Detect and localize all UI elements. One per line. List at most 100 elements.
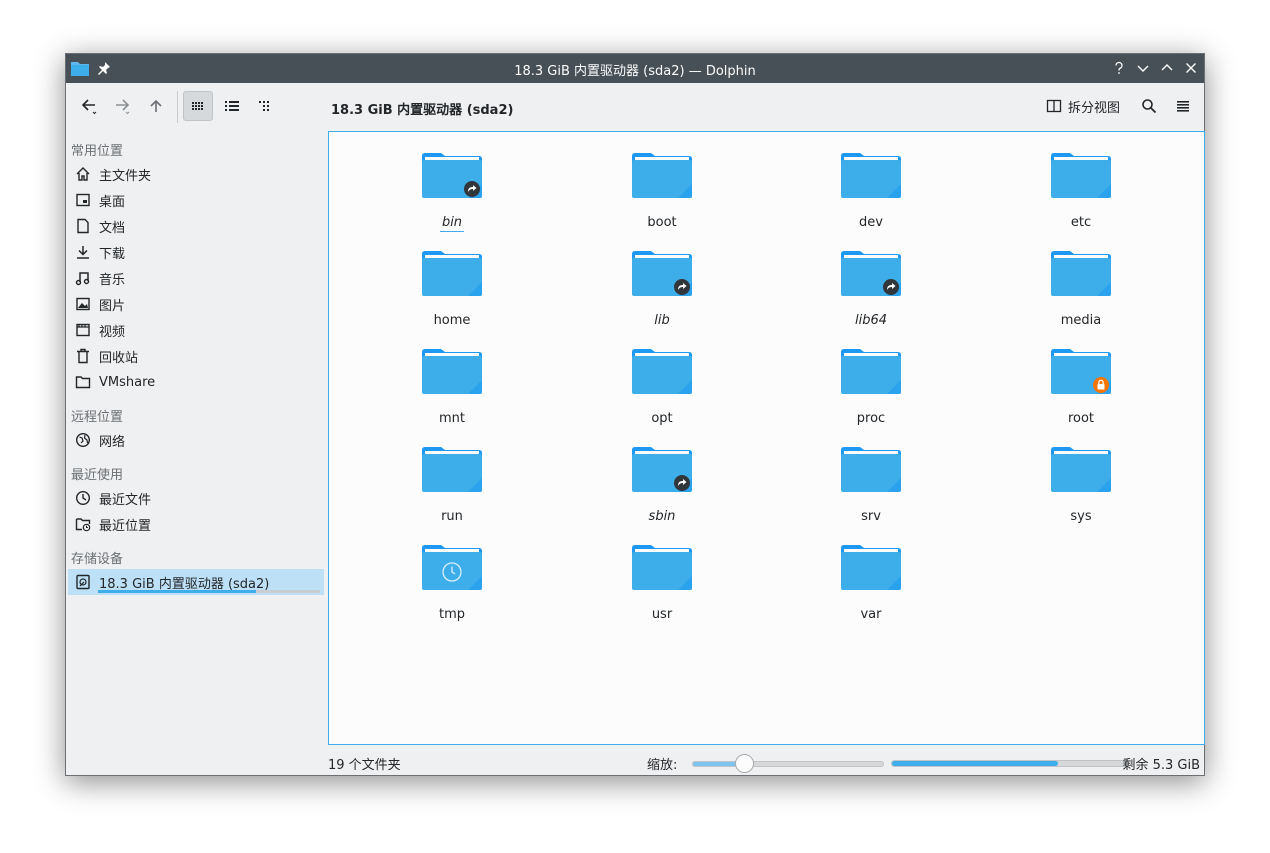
place-label: 下载 — [99, 246, 126, 262]
place-drive-sda2[interactable]: 18.3 GiB 内置驱动器 (sda2) — [68, 569, 324, 595]
grid-view-icon — [192, 102, 203, 110]
status-bar: 19 个文件夹 缩放: 剩余 5.3 GiB — [66, 748, 1204, 776]
folder-item-bin[interactable]: bin — [387, 132, 517, 232]
folder-name: proc — [856, 411, 886, 426]
music-icon — [75, 272, 90, 286]
place-desktop[interactable]: 桌面 — [68, 188, 324, 212]
up-button[interactable] — [141, 91, 171, 121]
folder-icon — [75, 376, 91, 389]
folder-item-var[interactable]: var — [806, 524, 936, 622]
arrow-left-icon — [81, 99, 97, 115]
symlink-emblem-icon — [883, 279, 899, 295]
folder-item-run[interactable]: run — [387, 426, 517, 524]
folder-item-tmp[interactable]: tmp — [387, 524, 517, 622]
section-title-remote: 远程位置 — [71, 410, 124, 425]
folder-name: root — [1067, 411, 1095, 426]
folder-name: srv — [861, 509, 881, 524]
place-label: 最近位置 — [99, 518, 152, 534]
folder-icon — [840, 347, 902, 395]
folder-item-sbin[interactable]: sbin — [597, 426, 727, 524]
home-icon — [76, 167, 90, 181]
folder-item-mnt[interactable]: mnt — [387, 328, 517, 426]
folder-icon — [1050, 347, 1112, 395]
place-home[interactable]: 主文件夹 — [68, 162, 324, 186]
folder-icon — [631, 249, 693, 297]
free-space-bar-fill — [892, 761, 1059, 766]
forward-button[interactable] — [107, 91, 137, 121]
window-title: 18.3 GiB 内置驱动器 (sda2) — Dolphin — [514, 64, 756, 79]
split-view-button[interactable]: 拆分视图 — [1046, 93, 1120, 119]
file-view[interactable]: bin boot dev etc home lib lib64 media mnt opt proc… — [328, 131, 1205, 745]
place-label: 音乐 — [99, 272, 126, 288]
folder-item-opt[interactable]: opt — [597, 328, 727, 426]
recent-locations-icon — [75, 518, 91, 532]
place-label: 图片 — [99, 298, 126, 314]
folder-icon — [631, 347, 693, 395]
search-button[interactable] — [1134, 91, 1164, 121]
folder-icon — [840, 445, 902, 493]
close-icon[interactable] — [1183, 60, 1199, 76]
place-label: 最近文件 — [99, 492, 152, 508]
folder-name: lib — [654, 313, 670, 328]
free-space-text: 剩余 5.3 GiB — [1122, 758, 1200, 773]
place-label: 文档 — [99, 220, 126, 236]
back-button[interactable] — [74, 91, 104, 121]
title-bar[interactable]: 18.3 GiB 内置驱动器 (sda2) — Dolphin — [66, 54, 1204, 83]
zoom-slider-handle[interactable] — [735, 754, 754, 773]
folder-item-home[interactable]: home — [387, 230, 517, 328]
folder-icon — [840, 543, 902, 591]
folder-item-boot[interactable]: boot — [597, 132, 727, 230]
place-documents[interactable]: 文档 — [68, 214, 324, 238]
place-vmshare[interactable]: VMshare — [68, 370, 324, 394]
folder-name: home — [433, 313, 471, 328]
folder-item-proc[interactable]: proc — [806, 328, 936, 426]
folder-item-root[interactable]: root — [1016, 328, 1146, 426]
place-label: VMshare — [99, 374, 156, 390]
folder-item-usr[interactable]: usr — [597, 524, 727, 622]
section-title-devices: 存储设备 — [71, 552, 124, 567]
place-recent-files[interactable]: 最近文件 — [68, 486, 324, 510]
icons-view-button[interactable] — [183, 91, 213, 121]
recent-files-icon — [75, 490, 91, 506]
lock-emblem-icon — [1093, 377, 1109, 393]
place-downloads[interactable]: 下载 — [68, 240, 324, 264]
minimize-icon[interactable] — [1135, 60, 1151, 76]
section-title-recent: 最近使用 — [71, 468, 124, 483]
folder-item-lib64[interactable]: lib64 — [806, 230, 936, 328]
folder-name: media — [1060, 313, 1102, 328]
folder-item-media[interactable]: media — [1016, 230, 1146, 328]
folder-item-etc[interactable]: etc — [1016, 132, 1146, 230]
place-pictures[interactable]: 图片 — [68, 292, 324, 316]
folder-item-lib[interactable]: lib — [597, 230, 727, 328]
folder-icon — [840, 249, 902, 297]
place-network[interactable]: 网络 — [68, 428, 324, 452]
folder-name: var — [860, 607, 882, 622]
folder-item-dev[interactable]: dev — [806, 132, 936, 230]
tree-view-icon — [259, 101, 269, 111]
folder-item-sys[interactable]: sys — [1016, 426, 1146, 524]
free-space-bar — [891, 760, 1127, 767]
folder-icon — [1050, 151, 1112, 199]
folder-name: run — [441, 509, 463, 524]
place-recent-locations[interactable]: 最近位置 — [68, 512, 324, 536]
help-icon[interactable] — [1111, 60, 1127, 76]
folder-icon — [421, 445, 483, 493]
place-music[interactable]: 音乐 — [68, 266, 324, 290]
place-trash[interactable]: 回收站 — [68, 344, 324, 368]
compact-view-button[interactable] — [217, 91, 247, 121]
details-view-button[interactable] — [250, 91, 280, 121]
folder-icon — [421, 347, 483, 395]
place-label: 18.3 GiB 内置驱动器 (sda2) — [99, 576, 270, 592]
toolbar-separator — [177, 91, 178, 123]
folder-icon — [421, 543, 483, 591]
folder-item-srv[interactable]: srv — [806, 426, 936, 524]
place-videos[interactable]: 视频 — [68, 318, 324, 342]
arrow-up-icon — [150, 99, 162, 112]
folder-name: usr — [651, 607, 673, 622]
zoom-slider[interactable] — [692, 761, 884, 767]
location-bar[interactable]: 18.3 GiB 内置驱动器 (sda2) — [331, 99, 513, 118]
menu-button[interactable] — [1168, 91, 1198, 121]
symlink-emblem-icon — [464, 181, 480, 197]
maximize-icon[interactable] — [1159, 60, 1175, 76]
folder-icon — [631, 151, 693, 199]
